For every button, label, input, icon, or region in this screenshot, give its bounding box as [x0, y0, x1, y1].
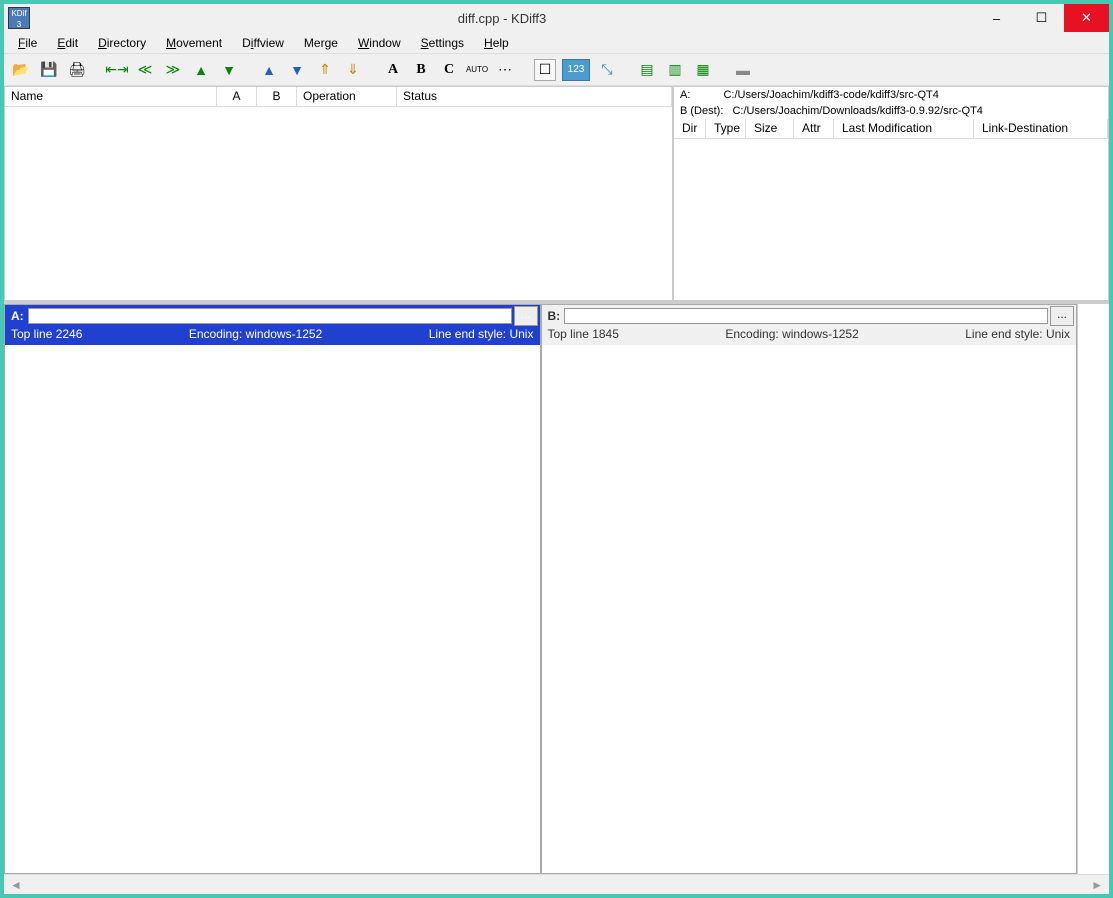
close-button[interactable]: ✕ — [1064, 4, 1109, 32]
word-wrap-icon[interactable]: ⤡ — [596, 59, 618, 81]
pane-a-encoding: Encoding: windows-1252 — [189, 327, 322, 345]
info-col-mod[interactable]: Last Modification — [834, 119, 974, 138]
status-bar — [4, 874, 1109, 894]
menu-file[interactable]: File — [8, 34, 47, 52]
menu-help[interactable]: Help — [474, 34, 519, 52]
choose-next-icon[interactable]: ⇓ — [342, 59, 364, 81]
pane-b-lineend: Line end style: Unix — [965, 327, 1070, 345]
pane-a-path-bar: A: ... — [5, 305, 540, 327]
path-a-label: A: — [680, 89, 690, 101]
auto-button[interactable]: AUTO — [466, 59, 488, 81]
save-icon[interactable]: 💾 — [38, 59, 60, 81]
extra-icon[interactable]: ▬ — [732, 59, 754, 81]
choose-prev-icon[interactable]: ⇑ — [314, 59, 336, 81]
choose-c-button[interactable]: C — [438, 59, 460, 81]
menu-directory[interactable]: Directory — [88, 34, 156, 52]
col-operation[interactable]: Operation — [297, 87, 397, 106]
path-a-row: A: C:/Users/Joachim/kdiff3-code/kdiff3/s… — [674, 87, 1108, 103]
pane-b-path-input[interactable] — [564, 308, 1048, 324]
pane-b-encoding: Encoding: windows-1252 — [725, 327, 858, 345]
choose-b-button[interactable]: B — [410, 59, 432, 81]
diff-pane-a: A: ... Top line 2246 Encoding: windows-1… — [4, 304, 541, 874]
menu-window[interactable]: Window — [348, 34, 411, 52]
menu-bar: File Edit Directory Movement Diffview Me… — [4, 32, 1109, 54]
pane-a-info-bar: Top line 2246 Encoding: windows-1252 Lin… — [5, 327, 540, 345]
menu-movement[interactable]: Movement — [156, 34, 232, 52]
app-icon: KDif3 — [8, 7, 30, 29]
path-b-label: B (Dest): — [680, 105, 723, 117]
next-unsolved-icon[interactable]: ▼ — [286, 59, 308, 81]
menu-edit[interactable]: Edit — [47, 34, 88, 52]
directory-tree-panel: Name A B Operation Status — [4, 86, 673, 301]
horizontal-split-icon[interactable]: ▤ — [636, 59, 658, 81]
vertical-split-icon[interactable]: ▥ — [664, 59, 686, 81]
show-line-numbers-button[interactable]: 123 — [562, 59, 590, 81]
info-col-size[interactable]: Size — [746, 119, 794, 138]
pane-b-info-bar: Top line 1845 Encoding: windows-1252 Lin… — [542, 327, 1077, 345]
choose-a-button[interactable]: A — [382, 59, 404, 81]
file-info-panel: A: C:/Users/Joachim/kdiff3-code/kdiff3/s… — [673, 86, 1109, 301]
path-b-row: B (Dest): C:/Users/Joachim/Downloads/kdi… — [674, 103, 1108, 119]
diff-pane-b: B: ... Top line 1845 Encoding: windows-1… — [541, 304, 1078, 874]
minimize-button[interactable]: – — [974, 4, 1019, 32]
pane-a-label: A: — [7, 309, 28, 323]
pane-b-topline: Top line 1845 — [548, 327, 619, 345]
directory-tree-header: Name A B Operation Status — [5, 87, 672, 107]
info-col-attr[interactable]: Attr — [794, 119, 834, 138]
pane-a-topline: Top line 2246 — [11, 327, 82, 345]
pane-b-code[interactable] — [542, 345, 1077, 873]
next-diff-icon[interactable]: ≫ — [162, 59, 184, 81]
col-b[interactable]: B — [257, 87, 297, 106]
options-icon[interactable]: ⋯ — [494, 59, 516, 81]
directory-tree-list[interactable] — [5, 107, 672, 300]
print-icon[interactable]: 🖨 — [66, 59, 88, 81]
diff-container: A: ... Top line 2246 Encoding: windows-1… — [4, 304, 1109, 874]
pane-b-label: B: — [544, 309, 565, 323]
pane-a-lineend: Line end style: Unix — [429, 327, 534, 345]
window-title: diff.cpp - KDiff3 — [30, 11, 974, 26]
info-col-link[interactable]: Link-Destination — [974, 119, 1108, 138]
go-back-diff-icon[interactable]: ⇤⇥ — [106, 59, 128, 81]
show-whitespace-button[interactable]: ☐ — [534, 59, 556, 81]
prev-conflict-icon[interactable]: ▲ — [190, 59, 212, 81]
toolbar: 📂 💾 🖨 ⇤⇥ ≪ ≫ ▲ ▼ ▲ ▼ ⇑ ⇓ A B C AUTO ⋯ ☐ … — [4, 54, 1109, 86]
title-bar: KDif3 diff.cpp - KDiff3 – ☐ ✕ — [4, 4, 1109, 32]
pane-a-browse-button[interactable]: ... — [514, 306, 538, 326]
maximize-button[interactable]: ☐ — [1019, 4, 1064, 32]
path-b-value: C:/Users/Joachim/Downloads/kdiff3-0.9.92… — [732, 105, 982, 117]
toggle-split-icon[interactable]: ▦ — [692, 59, 714, 81]
pane-a-code[interactable] — [5, 345, 540, 873]
path-a-value: C:/Users/Joachim/kdiff3-code/kdiff3/src-… — [723, 89, 938, 101]
col-status[interactable]: Status — [397, 87, 672, 106]
info-col-dir[interactable]: Dir — [674, 119, 706, 138]
pane-b-path-bar: B: ... — [542, 305, 1077, 327]
open-icon[interactable]: 📂 — [10, 59, 32, 81]
prev-diff-icon[interactable]: ≪ — [134, 59, 156, 81]
info-col-type[interactable]: Type — [706, 119, 746, 138]
pane-a-path-input[interactable] — [28, 308, 512, 324]
prev-unsolved-icon[interactable]: ▲ — [258, 59, 280, 81]
overview-strip[interactable] — [1077, 304, 1109, 874]
menu-merge[interactable]: Merge — [294, 34, 348, 52]
col-a[interactable]: A — [217, 87, 257, 106]
next-conflict-icon[interactable]: ▼ — [218, 59, 240, 81]
directory-split: Name A B Operation Status A: C:/Users/Jo… — [4, 86, 1109, 304]
menu-diffview[interactable]: Diffview — [232, 34, 294, 52]
menu-settings[interactable]: Settings — [411, 34, 474, 52]
col-name[interactable]: Name — [5, 87, 217, 106]
info-header: Dir Type Size Attr Last Modification Lin… — [674, 119, 1108, 139]
pane-b-browse-button[interactable]: ... — [1050, 306, 1074, 326]
